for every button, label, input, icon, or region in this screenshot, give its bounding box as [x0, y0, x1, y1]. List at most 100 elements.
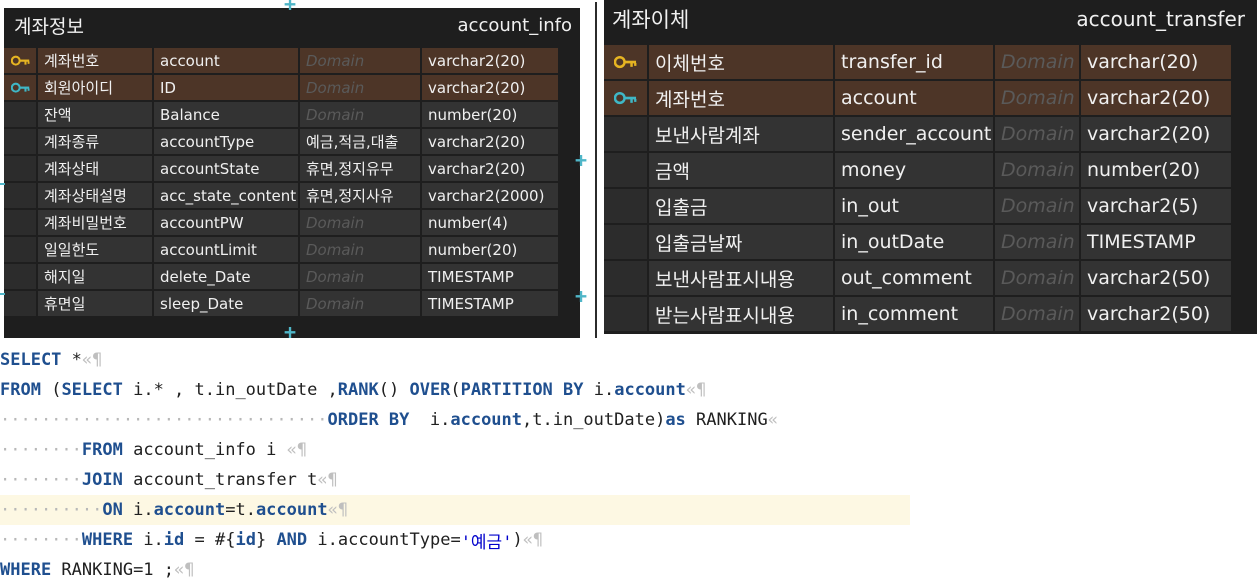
erd-account-info-table[interactable]: 계좌정보 account_info 계좌번호 account Domain varch… — [4, 8, 580, 338]
column-domain: Domain — [995, 153, 1081, 187]
connector-edge-left — [0, 183, 5, 185]
column-type: varchar2(20) — [422, 75, 558, 100]
column-name-kr: 일일한도 — [38, 237, 154, 262]
column-domain: Domain — [300, 264, 422, 289]
column-name-en: in_comment — [835, 297, 995, 331]
erd-account-transfer-table[interactable]: 계좌이체 account_transfer 이체번호 transfer_id Dom… — [604, 0, 1257, 334]
table-row[interactable]: 회원아이디 ID Domain varchar2(20) — [4, 75, 580, 100]
column-name-kr: 계좌비밀번호 — [38, 210, 154, 235]
column-domain: Domain — [300, 210, 422, 235]
column-type: varchar2(50) — [1081, 297, 1231, 331]
column-domain: Domain — [995, 189, 1081, 223]
column-name-en: accountLimit — [154, 237, 300, 262]
column-type: varchar2(20) — [422, 129, 558, 154]
column-domain: 예금,적금,대출 — [300, 129, 422, 154]
table-row[interactable]: 계좌상태설명 acc_state_content 휴면,정지사유 varchar2(2… — [4, 183, 580, 208]
column-domain: 휴면,정지유무 — [300, 156, 422, 181]
table-row[interactable]: 계좌번호 account Domain varchar2(20) — [604, 81, 1257, 115]
key-cell — [604, 225, 649, 259]
table-row[interactable]: 잔액 Balance Domain number(20) — [4, 102, 580, 127]
column-type: varchar(20) — [1081, 45, 1231, 79]
key-cell — [4, 291, 38, 316]
table-row[interactable]: 해지일 delete_Date Domain TIMESTAMP — [4, 264, 580, 289]
table-row[interactable]: 계좌번호 account Domain varchar2(20) — [4, 48, 580, 73]
key-cell — [4, 102, 38, 127]
column-name-kr: 계좌번호 — [649, 81, 835, 115]
selection-line — [595, 2, 597, 338]
table-row[interactable]: 금액 money Domain number(20) — [604, 153, 1257, 187]
primary-key-icon — [604, 45, 649, 79]
column-name-en: sleep_Date — [154, 291, 300, 316]
table-row[interactable]: 휴면일 sleep_Date Domain TIMESTAMP — [4, 291, 580, 316]
column-domain: Domain — [995, 45, 1081, 79]
column-domain: Domain — [300, 48, 422, 73]
column-name-en: out_comment — [835, 261, 995, 295]
column-domain: Domain — [300, 75, 422, 100]
column-name-kr: 잔액 — [38, 102, 154, 127]
column-name-en: Balance — [154, 102, 300, 127]
column-name-en: in_out — [835, 189, 995, 223]
column-name-kr: 계좌상태설명 — [38, 183, 154, 208]
column-name-kr: 이체번호 — [649, 45, 835, 79]
column-name-en: account — [154, 48, 300, 73]
column-type: varchar2(20) — [1081, 117, 1231, 151]
column-type: TIMESTAMP — [422, 264, 558, 289]
primary-key-icon — [4, 48, 38, 73]
table-row[interactable]: 보낸사람표시내용 out_comment Domain varchar2(50) — [604, 261, 1257, 295]
code-line-5: ········ JOIN account_transfer t «¶ — [0, 470, 338, 490]
column-name-en: delete_Date — [154, 264, 300, 289]
column-name-kr: 금액 — [649, 153, 835, 187]
key-cell — [4, 156, 38, 181]
connector-handle-top[interactable]: + — [284, 0, 296, 16]
column-type: number(20) — [422, 102, 558, 127]
column-domain: 휴면,정지사유 — [300, 183, 422, 208]
column-name-kr: 해지일 — [38, 264, 154, 289]
column-type: varchar2(2000) — [422, 183, 558, 208]
code-line-1: SELECT * «¶ — [0, 350, 103, 370]
connector-handle-bottom[interactable]: + — [284, 320, 296, 344]
connector-handle-right[interactable]: + — [575, 148, 587, 172]
code-line-4: ········ FROM account_info i «¶ — [0, 440, 308, 460]
key-cell — [604, 153, 649, 187]
column-name-en: accountPW — [154, 210, 300, 235]
foreign-key-icon — [4, 75, 38, 100]
column-name-en: sender_account — [835, 117, 995, 151]
table-row[interactable]: 입출금날짜 in_outDate Domain TIMESTAMP — [604, 225, 1257, 259]
key-cell — [4, 183, 38, 208]
column-type: number(4) — [422, 210, 558, 235]
column-name-en: account — [835, 81, 995, 115]
column-domain: Domain — [300, 237, 422, 262]
table-row[interactable]: 이체번호 transfer_id Domain varchar(20) — [604, 45, 1257, 79]
connector-handle-right-bottom[interactable]: + — [575, 284, 587, 308]
table-english-name: account_transfer — [1076, 7, 1245, 31]
table-row[interactable]: 받는사람표시내용 in_comment Domain varchar2(50) — [604, 297, 1257, 331]
column-domain: Domain — [300, 102, 422, 127]
column-name-kr: 입출금날짜 — [649, 225, 835, 259]
column-name-kr: 보낸사람계좌 — [649, 117, 835, 151]
column-name-en: transfer_id — [835, 45, 995, 79]
column-name-en: money — [835, 153, 995, 187]
code-line-7: ········ WHERE i. id = #{id} AND i.account… — [0, 530, 544, 553]
table-row[interactable]: 입출금 in_out Domain varchar2(5) — [604, 189, 1257, 223]
table-row[interactable]: 일일한도 accountLimit Domain number(20) — [4, 237, 580, 262]
column-name-kr: 보낸사람표시내용 — [649, 261, 835, 295]
foreign-key-icon — [604, 81, 649, 115]
table-row[interactable]: 보낸사람계좌 sender_account Domain varchar2(20) — [604, 117, 1257, 151]
key-cell — [4, 129, 38, 154]
table-row[interactable]: 계좌비밀번호 accountPW Domain number(4) — [4, 210, 580, 235]
column-domain: Domain — [300, 291, 422, 316]
column-domain: Domain — [995, 297, 1081, 331]
key-cell — [4, 237, 38, 262]
table-row[interactable]: 계좌상태 accountState 휴면,정지유무 varchar2(20) — [4, 156, 580, 181]
key-cell — [604, 117, 649, 151]
column-domain: Domain — [995, 225, 1081, 259]
table-row[interactable]: 계좌종류 accountType 예금,적금,대출 varchar2(20) — [4, 129, 580, 154]
column-type: varchar2(20) — [422, 156, 558, 181]
column-name-kr: 계좌상태 — [38, 156, 154, 181]
code-line-8: WHERE RANKING=1 ; «¶ — [0, 560, 195, 580]
column-type: varchar2(50) — [1081, 261, 1231, 295]
column-name-en: in_outDate — [835, 225, 995, 259]
column-type: varchar2(20) — [1081, 81, 1231, 115]
column-type: number(20) — [422, 237, 558, 262]
column-name-en: accountState — [154, 156, 300, 181]
